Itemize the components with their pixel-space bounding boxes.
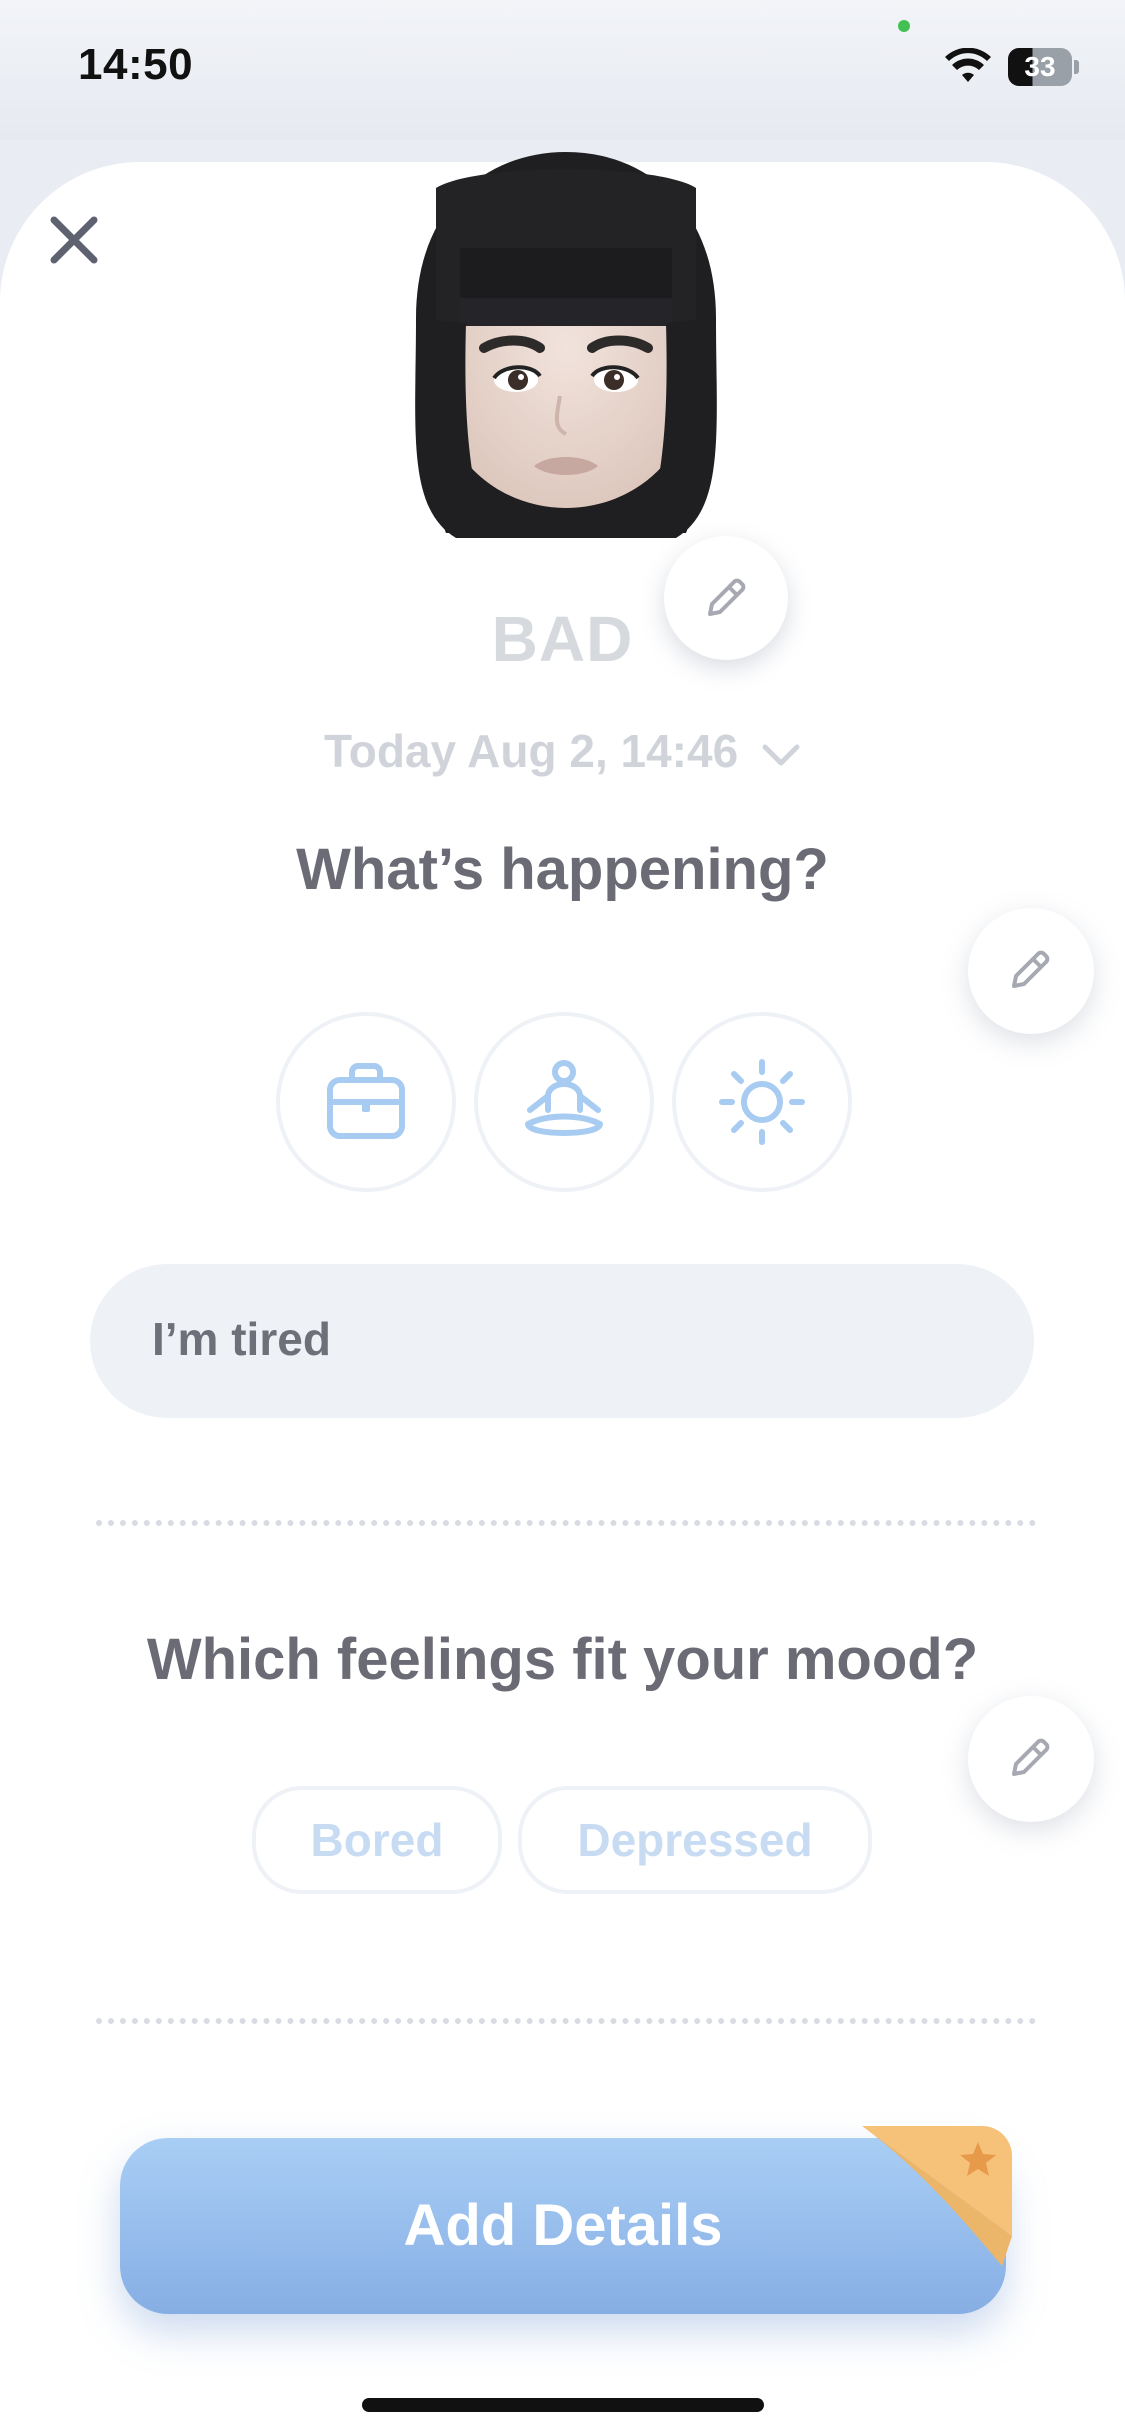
- privacy-indicator-dot: [898, 20, 910, 32]
- meditation-icon: [525, 1060, 603, 1136]
- feeling-chip-bored[interactable]: Bored: [252, 1786, 502, 1894]
- section-divider: [96, 2018, 1036, 2024]
- note-input[interactable]: I’m tired: [90, 1264, 1034, 1418]
- date-text: Today Aug 2, 14:46: [324, 725, 739, 777]
- chevron-down-icon: [762, 744, 800, 766]
- battery-icon: 33: [1008, 48, 1079, 86]
- feelings-title: Which feelings fit your mood?: [146, 1627, 979, 1692]
- battery-tip: [1074, 60, 1079, 74]
- activity-meditation[interactable]: [474, 1012, 654, 1192]
- edit-activities-button[interactable]: [968, 908, 1094, 1034]
- close-icon[interactable]: [44, 210, 104, 270]
- feeling-chip-depressed[interactable]: Depressed: [518, 1786, 872, 1894]
- date-selector[interactable]: Today Aug 2, 14:46: [0, 724, 1125, 778]
- status-bar: 14:50 33: [0, 0, 1125, 140]
- edit-feelings-button[interactable]: [968, 1696, 1094, 1822]
- sun-icon: [719, 1059, 805, 1145]
- status-time: 14:50: [78, 40, 194, 89]
- briefcase-icon: [327, 1063, 405, 1139]
- mood-label: BAD: [491, 603, 634, 675]
- home-indicator: [362, 2398, 764, 2412]
- pencil-icon: [1012, 1738, 1050, 1776]
- happening-title: What’s happening?: [296, 837, 829, 902]
- activity-work[interactable]: [276, 1012, 456, 1192]
- wifi-icon: [945, 48, 991, 82]
- premium-star-icon: [862, 2126, 1012, 2266]
- activity-weather[interactable]: [672, 1012, 852, 1192]
- battery-level: 33: [1008, 48, 1072, 86]
- section-divider: [96, 1520, 1036, 1526]
- pencil-icon: [1012, 950, 1050, 988]
- note-input-value: I’m tired: [152, 1313, 331, 1365]
- avatar: [415, 152, 717, 538]
